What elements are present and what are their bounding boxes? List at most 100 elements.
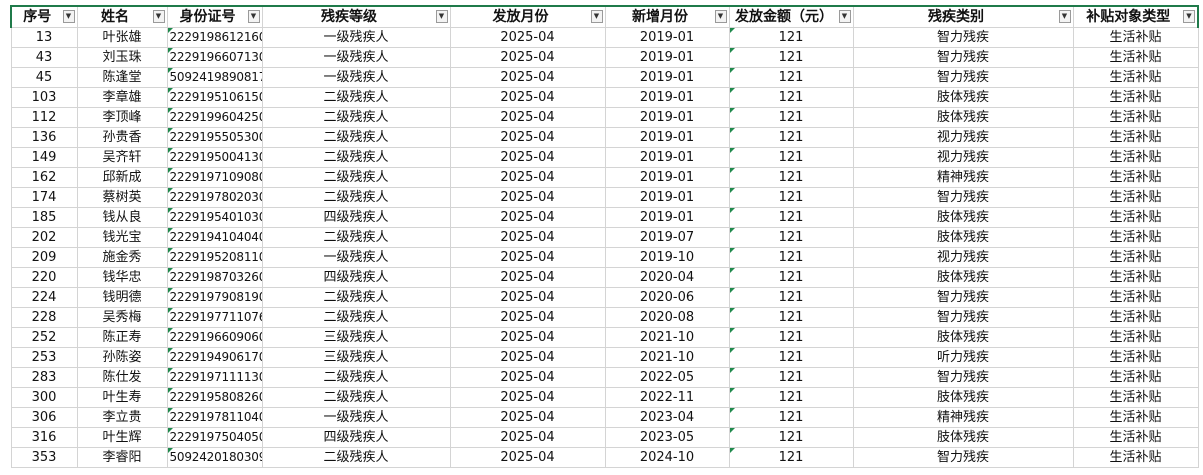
cell-id-number[interactable]: 509242018030900 (166, 447, 263, 468)
cell-name[interactable]: 邱新成 (76, 167, 168, 188)
cell-amount[interactable]: 121 (728, 47, 854, 68)
cell-disability-level[interactable]: 二级残疾人 (261, 167, 451, 188)
cell-disability-category[interactable]: 智力残疾 (852, 367, 1074, 388)
cell-added-month[interactable]: 2019-01 (604, 67, 730, 88)
cell-payment-month[interactable]: 2025-04 (449, 47, 606, 68)
cell-payment-month[interactable]: 2025-04 (449, 407, 606, 428)
cell-id-number[interactable]: 222919580826050 (166, 387, 263, 408)
cell-subsidy-type[interactable]: 生活补贴 (1072, 347, 1199, 368)
cell-id-number[interactable]: 222919750405050 (166, 427, 263, 448)
cell-disability-level[interactable]: 二级残疾人 (261, 367, 451, 388)
cell-seq[interactable]: 112 (10, 107, 78, 128)
cell-disability-category[interactable]: 视力残疾 (852, 247, 1074, 268)
cell-disability-category[interactable]: 肢体残疾 (852, 267, 1074, 288)
cell-payment-month[interactable]: 2025-04 (449, 307, 606, 328)
cell-disability-level[interactable]: 一级残疾人 (261, 407, 451, 428)
cell-name[interactable]: 李立贵 (76, 407, 168, 428)
cell-seq[interactable]: 103 (10, 87, 78, 108)
cell-payment-month[interactable]: 2025-04 (449, 207, 606, 228)
cell-subsidy-type[interactable]: 生活补贴 (1072, 147, 1199, 168)
cell-seq[interactable]: 306 (10, 407, 78, 428)
cell-added-month[interactable]: 2019-01 (604, 107, 730, 128)
cell-added-month[interactable]: 2023-04 (604, 407, 730, 428)
cell-name[interactable]: 李章雄 (76, 87, 168, 108)
cell-disability-category[interactable]: 智力残疾 (852, 67, 1074, 88)
cell-added-month[interactable]: 2020-04 (604, 267, 730, 288)
cell-name[interactable]: 李睿阳 (76, 447, 168, 468)
cell-name[interactable]: 钱华忠 (76, 267, 168, 288)
cell-payment-month[interactable]: 2025-04 (449, 367, 606, 388)
cell-disability-category[interactable]: 肢体残疾 (852, 227, 1074, 248)
cell-id-number[interactable]: 222919520811050 (166, 247, 263, 268)
filter-dropdown-icon[interactable]: ▼ (152, 10, 165, 23)
cell-subsidy-type[interactable]: 生活补贴 (1072, 47, 1199, 68)
cell-seq[interactable]: 45 (10, 67, 78, 88)
cell-disability-level[interactable]: 二级残疾人 (261, 127, 451, 148)
cell-name[interactable]: 陈仕发 (76, 367, 168, 388)
cell-seq[interactable]: 162 (10, 167, 78, 188)
cell-id-number[interactable]: 222919410404050 (166, 227, 263, 248)
cell-seq[interactable]: 283 (10, 367, 78, 388)
cell-amount[interactable]: 121 (728, 87, 854, 108)
cell-name[interactable]: 李顶峰 (76, 107, 168, 128)
cell-disability-category[interactable]: 智力残疾 (852, 447, 1074, 468)
cell-disability-category[interactable]: 智力残疾 (852, 27, 1074, 48)
cell-disability-level[interactable]: 一级残疾人 (261, 67, 451, 88)
filter-dropdown-icon[interactable]: ▼ (838, 10, 851, 23)
cell-subsidy-type[interactable]: 生活补贴 (1072, 207, 1199, 228)
cell-disability-category[interactable]: 智力残疾 (852, 47, 1074, 68)
cell-disability-level[interactable]: 四级残疾人 (261, 427, 451, 448)
cell-id-number[interactable]: 509241989081700 (166, 67, 263, 88)
cell-payment-month[interactable]: 2025-04 (449, 327, 606, 348)
cell-name[interactable]: 刘玉珠 (76, 47, 168, 68)
cell-id-number[interactable]: 222919660906050 (166, 327, 263, 348)
cell-added-month[interactable]: 2019-01 (604, 87, 730, 108)
cell-subsidy-type[interactable]: 生活补贴 (1072, 427, 1199, 448)
cell-payment-month[interactable]: 2025-04 (449, 107, 606, 128)
cell-payment-month[interactable]: 2025-04 (449, 267, 606, 288)
cell-disability-level[interactable]: 四级残疾人 (261, 207, 451, 228)
cell-disability-level[interactable]: 三级残疾人 (261, 347, 451, 368)
cell-name[interactable]: 吴秀梅 (76, 307, 168, 328)
cell-disability-level[interactable]: 三级残疾人 (261, 327, 451, 348)
cell-added-month[interactable]: 2019-01 (604, 147, 730, 168)
cell-id-number[interactable]: 222919660713050 (166, 47, 263, 68)
column-header-name[interactable]: 姓名 ▼ (76, 5, 168, 28)
cell-added-month[interactable]: 2019-01 (604, 27, 730, 48)
cell-payment-month[interactable]: 2025-04 (449, 427, 606, 448)
cell-payment-month[interactable]: 2025-04 (449, 247, 606, 268)
cell-added-month[interactable]: 2022-05 (604, 367, 730, 388)
cell-payment-month[interactable]: 2025-04 (449, 187, 606, 208)
cell-subsidy-type[interactable]: 生活补贴 (1072, 227, 1199, 248)
cell-subsidy-type[interactable]: 生活补贴 (1072, 447, 1199, 468)
cell-disability-category[interactable]: 精神残疾 (852, 407, 1074, 428)
cell-id-number[interactable]: 222919500413050 (166, 147, 263, 168)
cell-amount[interactable]: 121 (728, 27, 854, 48)
cell-subsidy-type[interactable]: 生活补贴 (1072, 87, 1199, 108)
cell-id-number[interactable]: 222919550530050 (166, 127, 263, 148)
cell-amount[interactable]: 121 (728, 387, 854, 408)
cell-id-number[interactable]: 222919771107650 (166, 307, 263, 328)
column-header-added-month[interactable]: 新增月份 ▼ (604, 5, 730, 28)
cell-amount[interactable]: 121 (728, 127, 854, 148)
cell-subsidy-type[interactable]: 生活补贴 (1072, 367, 1199, 388)
cell-subsidy-type[interactable]: 生活补贴 (1072, 327, 1199, 348)
column-header-disability-level[interactable]: 残疾等级 ▼ (261, 5, 451, 28)
cell-added-month[interactable]: 2020-06 (604, 287, 730, 308)
cell-name[interactable]: 钱从良 (76, 207, 168, 228)
cell-id-number[interactable]: 222919781104050 (166, 407, 263, 428)
cell-seq[interactable]: 43 (10, 47, 78, 68)
cell-added-month[interactable]: 2022-11 (604, 387, 730, 408)
cell-disability-level[interactable]: 二级残疾人 (261, 87, 451, 108)
cell-disability-category[interactable]: 视力残疾 (852, 127, 1074, 148)
cell-subsidy-type[interactable]: 生活补贴 (1072, 287, 1199, 308)
cell-disability-level[interactable]: 二级残疾人 (261, 147, 451, 168)
cell-payment-month[interactable]: 2025-04 (449, 447, 606, 468)
cell-disability-category[interactable]: 听力残疾 (852, 347, 1074, 368)
cell-disability-category[interactable]: 智力残疾 (852, 187, 1074, 208)
cell-payment-month[interactable]: 2025-04 (449, 287, 606, 308)
cell-seq[interactable]: 252 (10, 327, 78, 348)
cell-subsidy-type[interactable]: 生活补贴 (1072, 107, 1199, 128)
filter-dropdown-icon[interactable]: ▼ (714, 10, 727, 23)
cell-payment-month[interactable]: 2025-04 (449, 227, 606, 248)
